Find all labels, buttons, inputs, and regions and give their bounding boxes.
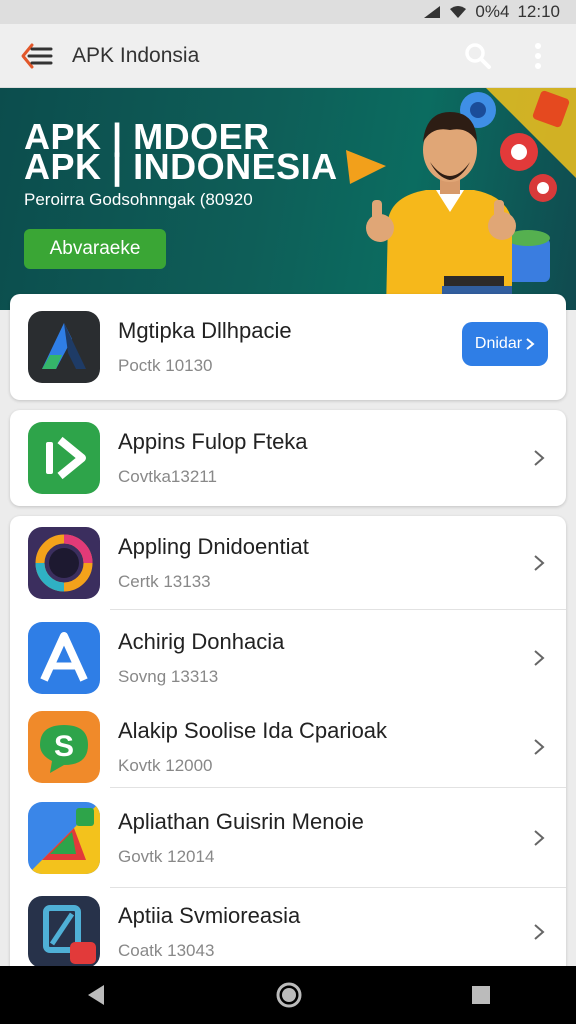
app-name: Alakip Soolise Ida Cparioak (118, 718, 388, 743)
nav-recents-icon[interactable] (470, 984, 492, 1006)
nav-home-icon[interactable] (275, 981, 303, 1009)
install-button[interactable]: Dnidar (462, 322, 548, 366)
mascot-illustration (346, 88, 576, 310)
app-card[interactable]: Appins Fulop Fteka Covtka13211 (10, 410, 566, 506)
app-meta: Covtka13211 (118, 467, 217, 486)
app-icon (28, 896, 100, 968)
banner-title-line2: APK | INDONESIA (24, 146, 338, 187)
chevron-right-icon (534, 450, 545, 466)
chevron-right-icon (534, 739, 545, 755)
app-bar: APK Indonsia (0, 24, 576, 88)
banner-subtitle: Peroirra Godsohnngak (80920 (24, 190, 253, 209)
app-name: Appling Dnidoentiat (118, 534, 309, 559)
clock: 12:10 (517, 2, 560, 21)
app-row[interactable]: Aptiia Svmioreasia Coatk 13043 (10, 888, 566, 976)
install-label: Dnidar (474, 335, 523, 352)
back-button[interactable] (18, 37, 56, 75)
status-bar: 0%4 12:10 (0, 0, 576, 24)
app-name: Aptiia Svmioreasia (118, 903, 301, 928)
letter-a-icon (42, 323, 86, 369)
chat-s-icon: S (40, 725, 88, 773)
app-icon (28, 527, 100, 599)
wifi-icon (450, 6, 467, 18)
ring-icon (35, 534, 93, 592)
app-row[interactable]: Appling Dnidoentiat Certk 13133 (10, 516, 566, 610)
system-nav-bar (0, 966, 576, 1024)
app-row[interactable]: Appins Fulop Fteka Covtka13211 (10, 410, 566, 506)
app-meta: Govtk 12014 (118, 847, 215, 866)
search-button[interactable] (460, 38, 496, 74)
chevron-right-icon (534, 555, 545, 571)
app-icon (28, 422, 100, 494)
maps-icon (28, 802, 100, 874)
featured-app-meta: Poctk 10130 (118, 356, 213, 375)
app-icon (28, 802, 100, 874)
chevron-right-icon (534, 830, 545, 846)
nav-back-icon[interactable] (84, 983, 108, 1007)
app-name: Achirig Donhacia (118, 629, 285, 654)
app-icon (28, 622, 100, 694)
promo-banner[interactable]: APK | MDOER APK | INDONESIA Peroirra God… (0, 88, 576, 310)
app-row[interactable]: Achirig Donhacia Sovng 13313 (10, 610, 566, 706)
chevron-right-icon (534, 650, 545, 666)
app-title: APK Indonsia (72, 43, 200, 67)
app-name: Appins Fulop Fteka (118, 429, 308, 454)
chevron-right-icon (526, 338, 535, 350)
signal-icon (424, 6, 441, 18)
more-vert-icon (535, 42, 541, 69)
featured-app-row[interactable]: Mgtipka Dllhpacie Poctk 10130 Dnidar (10, 294, 566, 400)
app-icon: S (28, 711, 100, 783)
app-meta: Coatk 13043 (118, 941, 215, 960)
app-meta: Certk 13133 (118, 572, 211, 591)
overflow-menu-button[interactable] (520, 38, 556, 74)
banner-button[interactable]: Abvaraeke (24, 229, 166, 269)
app-row[interactable]: S Alakip Soolise Ida Cparioak Kovtk 1200… (10, 706, 566, 788)
app-meta: Sovng 13313 (118, 667, 219, 686)
back-arrow-icon (21, 43, 53, 68)
app-list-card: Appling Dnidoentiat Certk 13133 Achirig … (10, 516, 566, 976)
frame-icon (43, 905, 96, 964)
featured-app-name: Mgtipka Dllhpacie (118, 318, 292, 343)
battery-text: 0%4 (475, 2, 510, 21)
letter-a-icon (40, 632, 88, 682)
featured-app-icon (28, 311, 100, 383)
featured-card[interactable]: Mgtipka Dllhpacie Poctk 10130 Dnidar (10, 294, 566, 400)
play-arrow-icon (46, 436, 86, 480)
app-name: Apliathan Guisrin Menoie (118, 809, 364, 834)
svg-text:S: S (54, 730, 74, 763)
app-row[interactable]: Apliathan Guisrin Menoie Govtk 12014 (10, 788, 566, 888)
app-meta: Kovtk 12000 (118, 756, 213, 775)
search-icon (465, 42, 491, 69)
chevron-right-icon (534, 924, 545, 940)
